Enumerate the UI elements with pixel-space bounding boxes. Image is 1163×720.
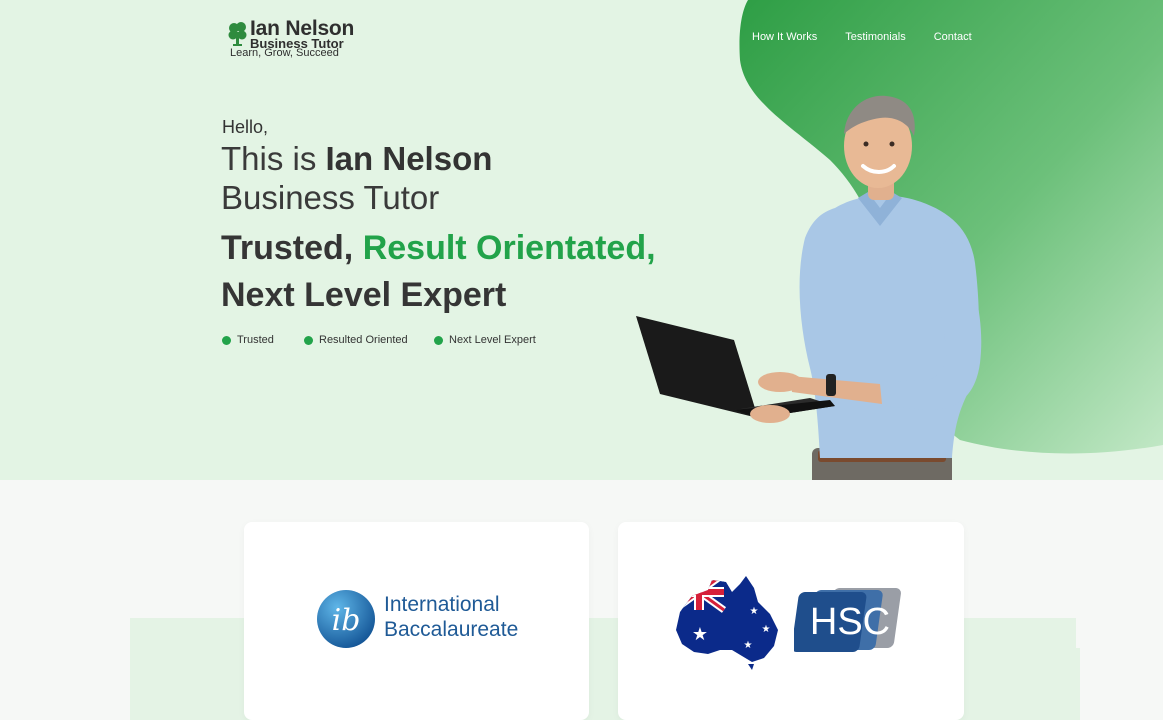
- nav-how-it-works[interactable]: How It Works: [752, 31, 817, 43]
- ib-logo-icon: ib: [317, 590, 375, 648]
- ib-card[interactable]: ib International Baccalaureate: [244, 522, 589, 720]
- bullet-label: Trusted: [237, 334, 274, 346]
- hsc-card[interactable]: ★ ★ ★ ★ HSC: [618, 522, 964, 720]
- hsc-logo-icon: HSC: [794, 588, 901, 652]
- bullet-result-oriented: Resulted Oriented: [304, 334, 434, 346]
- tree-icon: [228, 22, 247, 46]
- headline-result-orientated: Result Orientated,: [362, 229, 656, 267]
- logo-tagline: Learn, Grow, Succeed: [230, 47, 339, 59]
- bullet-dot-icon: [304, 335, 313, 345]
- hero-intro-name: Ian Nelson: [325, 140, 493, 177]
- hero-intro: This is Ian Nelson: [221, 140, 492, 178]
- australia-flag-map-icon: ★ ★ ★ ★: [676, 576, 778, 670]
- flag-star: ★: [744, 640, 753, 651]
- bullet-next-level: Next Level Expert: [434, 334, 536, 346]
- headline-trusted: Trusted,: [221, 229, 363, 267]
- ib-mark: ib: [332, 603, 361, 638]
- tutor-portrait: [636, 95, 982, 480]
- flag-star: ★: [762, 624, 771, 635]
- hero-greeting: Hello,: [222, 117, 269, 137]
- ib-line1: International: [384, 593, 500, 616]
- nav-testimonials[interactable]: Testimonials: [845, 31, 906, 43]
- main-nav: How It Works Testimonials Contact: [752, 31, 972, 43]
- flag-star: ★: [750, 606, 759, 617]
- bullet-label: Next Level Expert: [449, 334, 536, 346]
- hero-headline-line1: Trusted, Result Orientated,: [221, 229, 656, 268]
- flag-star: ★: [692, 624, 708, 644]
- hero-section: Ian Nelson Business Tutor Learn, Grow, S…: [0, 0, 1163, 480]
- nav-contact[interactable]: Contact: [934, 31, 972, 43]
- bullet-dot-icon: [434, 335, 443, 345]
- ib-line2: Baccalaureate: [384, 618, 519, 641]
- hsc-mark: HSC: [810, 601, 890, 643]
- bullet-trusted: Trusted: [222, 334, 304, 346]
- bullet-dot-icon: [222, 335, 231, 345]
- hero-bullets: Trusted Resulted Oriented Next Level Exp…: [222, 334, 536, 346]
- hero-role: Business Tutor: [221, 179, 440, 216]
- bullet-label: Resulted Oriented: [319, 334, 408, 346]
- hero-headline-line2: Next Level Expert: [221, 276, 507, 314]
- hero-intro-prefix: This is: [221, 140, 326, 177]
- site-logo[interactable]: Ian Nelson Business Tutor Learn, Grow, S…: [226, 17, 366, 62]
